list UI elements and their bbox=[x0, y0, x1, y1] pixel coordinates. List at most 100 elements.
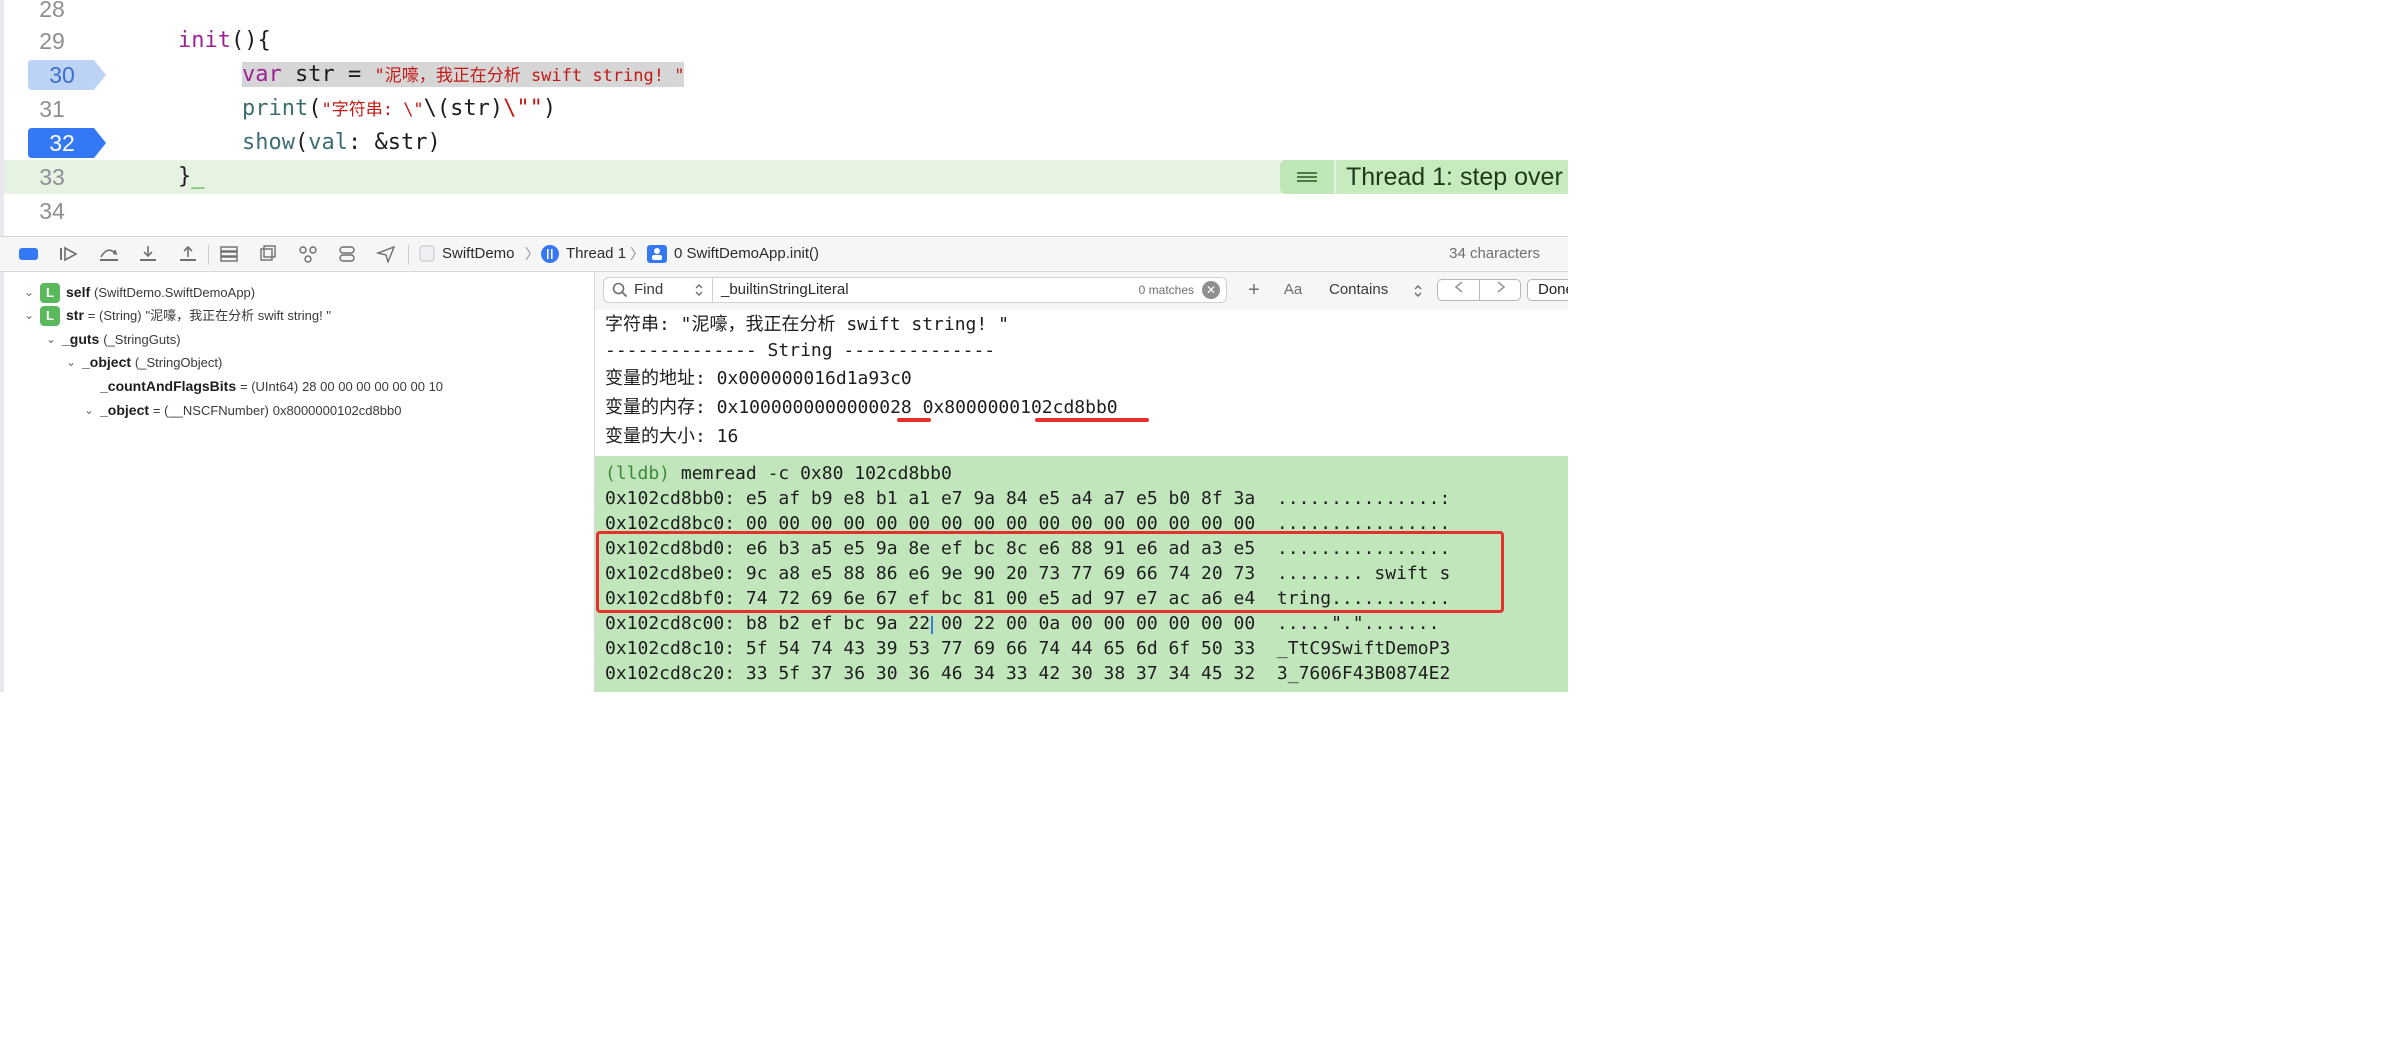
variable-type: (_StringObject) bbox=[134, 355, 223, 370]
toggles-icon[interactable] bbox=[337, 245, 357, 263]
disclosure-expanded-icon[interactable]: ⌄ bbox=[22, 280, 36, 304]
toolbar-divider bbox=[408, 245, 409, 265]
variable-row-str[interactable]: ⌄ Lstr = (String) "泥嚎，我正在分析 swift string… bbox=[22, 303, 331, 327]
string-literal: "泥嚎，我正在分析 swift string! " bbox=[374, 66, 685, 86]
variable-type: (SwiftDemo.SwiftDemoApp) bbox=[94, 285, 256, 300]
code-punct: (){ bbox=[230, 28, 271, 53]
variable-name: self bbox=[66, 284, 91, 300]
disclosure-expanded-icon[interactable]: ⌄ bbox=[64, 350, 78, 374]
variable-row-countandflags[interactable]: _countAndFlagsBits = (UInt64) 28 00 00 0… bbox=[100, 374, 443, 398]
code-text[interactable]: }_ bbox=[178, 160, 205, 194]
code-line-34[interactable]: 34 bbox=[4, 194, 1568, 228]
match-count: 0 matches bbox=[1138, 283, 1194, 297]
disclosure-expanded-icon[interactable]: ⌄ bbox=[44, 327, 58, 351]
code-punct: ( bbox=[294, 130, 309, 155]
local-badge-icon: L bbox=[40, 283, 60, 304]
memory-graph-icon[interactable] bbox=[258, 245, 278, 263]
find-mode-label: Find bbox=[634, 281, 664, 298]
variable-row-nsobject[interactable]: ⌄ _object = (__NSCFNumber) 0x8000000102c… bbox=[82, 398, 401, 422]
output-line: 字符串: "泥嚎，我正在分析 swift string! " bbox=[605, 314, 1009, 335]
code-line-28[interactable]: 28 bbox=[4, 0, 1568, 26]
code-line-31[interactable]: 31 print("字符串: \"\(str)\"") bbox=[4, 92, 1568, 126]
keyword-var: var bbox=[242, 62, 282, 87]
disclosure-expanded-icon[interactable]: ⌄ bbox=[82, 398, 96, 422]
code-text[interactable]: var str = "泥嚎，我正在分析 swift string! " bbox=[242, 58, 685, 92]
code-punct: ) bbox=[542, 96, 557, 121]
variables-view[interactable]: ⌄ Lself (SwiftDemo.SwiftDemoApp) ⌄ Lstr … bbox=[0, 272, 594, 692]
line-number[interactable]: 33 bbox=[4, 160, 100, 194]
add-pattern-button[interactable]: + bbox=[1241, 277, 1267, 303]
code-ident: str = bbox=[281, 62, 375, 87]
app-target-icon[interactable] bbox=[418, 245, 438, 263]
clear-search-icon[interactable]: ✕ bbox=[1202, 281, 1220, 299]
line-number: 32 bbox=[49, 130, 75, 156]
breadcrumb-thread[interactable]: Thread 1 bbox=[566, 237, 626, 271]
thread-status-annotation[interactable]: Thread 1: step over bbox=[1280, 160, 1568, 194]
red-underline-annotation bbox=[1035, 418, 1149, 422]
memory-dump-row: 0x102cd8c10: 5f 54 74 43 39 53 77 69 66 … bbox=[605, 638, 1451, 659]
program-output[interactable]: 字符串: "泥嚎，我正在分析 swift string! " ---------… bbox=[595, 310, 1568, 456]
step-over-icon[interactable] bbox=[98, 245, 118, 263]
disclosure-expanded-icon[interactable]: ⌄ bbox=[22, 303, 36, 327]
find-query-text: _builtinStringLiteral bbox=[721, 281, 849, 298]
find-input[interactable]: _builtinStringLiteral 0 matches ✕ bbox=[713, 277, 1227, 303]
variable-row-object[interactable]: ⌄ _object (_StringObject) bbox=[64, 350, 222, 374]
console-area[interactable]: Find _builtinStringLiteral 0 matches ✕ +… bbox=[594, 272, 1568, 692]
lldb-command: memread -c 0x80 102cd8bb0 bbox=[670, 463, 952, 484]
argument-label: val bbox=[308, 130, 348, 155]
code-line-32[interactable]: 32 show(val: &str) bbox=[4, 126, 1568, 160]
closing-brace: } bbox=[178, 164, 192, 189]
memory-dump-row: 0x102cd8bb0: e5 af b9 e8 b1 a1 e7 9a 84 … bbox=[605, 488, 1451, 509]
character-count: 34 characters bbox=[1449, 245, 1540, 262]
debug-bar: SwiftDemo 〉 Thread 1 〉 0 SwiftDemoApp.in… bbox=[0, 236, 1568, 272]
step-into-icon[interactable] bbox=[138, 245, 158, 263]
output-line: -------------- String -------------- bbox=[605, 340, 996, 361]
done-button[interactable]: Done bbox=[1527, 279, 1568, 301]
breadcrumb-frame[interactable]: 0 SwiftDemoApp.init() bbox=[674, 237, 819, 271]
view-hierarchy-icon[interactable] bbox=[219, 245, 239, 263]
search-icon bbox=[612, 282, 628, 303]
toggle-debug-area-icon[interactable] bbox=[18, 245, 38, 263]
code-text[interactable]: init(){ bbox=[178, 24, 271, 58]
match-case-button[interactable]: Aa bbox=[1279, 277, 1307, 303]
simulate-location-icon[interactable] bbox=[375, 245, 396, 265]
environment-overrides-icon[interactable] bbox=[298, 245, 318, 263]
chevron-right-icon: 〉 bbox=[525, 246, 539, 262]
step-out-icon[interactable] bbox=[178, 245, 198, 263]
up-down-chevron-icon bbox=[1413, 282, 1423, 308]
variable-name: _countAndFlagsBits bbox=[100, 378, 237, 394]
variable-type: = (__NSCFNumber) bbox=[152, 403, 269, 418]
thread-icon bbox=[540, 245, 560, 263]
code-text[interactable]: show(val: &str) bbox=[242, 126, 441, 160]
line-number[interactable]: 31 bbox=[4, 92, 100, 126]
annotation-menu-button[interactable] bbox=[1280, 160, 1334, 194]
variable-value: 0x8000000102cd8bb0 bbox=[272, 403, 402, 418]
breakpoint-inactive[interactable]: 30 bbox=[28, 60, 106, 90]
code-line-29[interactable]: 29 init(){ bbox=[4, 24, 1568, 58]
continue-icon[interactable] bbox=[58, 245, 78, 263]
stack-frame-icon bbox=[647, 245, 667, 263]
variable-name: str bbox=[66, 307, 84, 323]
find-mode-popup[interactable]: Find bbox=[603, 277, 713, 303]
breadcrumb-target[interactable]: SwiftDemo bbox=[442, 237, 515, 271]
string-interpolation: \(str) bbox=[423, 96, 504, 121]
breakpoint-active[interactable]: 32 bbox=[28, 128, 106, 158]
source-editor[interactable]: 28 29 init(){ 30 var str = "泥嚎，我正在分析 swi… bbox=[0, 0, 1568, 236]
next-match-button[interactable] bbox=[1480, 280, 1521, 300]
line-number[interactable]: 34 bbox=[4, 194, 100, 228]
variable-row-guts[interactable]: ⌄ _guts (_StringGuts) bbox=[44, 327, 181, 351]
output-line: 变量的大小: 16 bbox=[605, 426, 739, 447]
lldb-command-line: (lldb) memread -c 0x80 102cd8bb0 bbox=[605, 461, 952, 486]
variable-row-self[interactable]: ⌄ Lself (SwiftDemo.SwiftDemoApp) bbox=[22, 280, 255, 304]
code-line-30[interactable]: 30 var str = "泥嚎，我正在分析 swift string! " bbox=[4, 58, 1568, 92]
line-number[interactable]: 29 bbox=[4, 24, 100, 58]
code-text[interactable]: print("字符串: \"\(str)\"") bbox=[242, 92, 556, 126]
variable-type: (_StringGuts) bbox=[103, 332, 181, 347]
code-ident: : &str) bbox=[347, 130, 441, 155]
previous-match-button[interactable] bbox=[1438, 280, 1480, 300]
line-number[interactable]: 28 bbox=[4, 0, 100, 26]
match-navigation bbox=[1437, 279, 1521, 301]
thread-status-text: Thread 1: step over bbox=[1336, 160, 1568, 194]
match-style-popup[interactable]: Contains bbox=[1317, 277, 1427, 303]
lldb-prompt: (lldb) bbox=[605, 463, 671, 484]
